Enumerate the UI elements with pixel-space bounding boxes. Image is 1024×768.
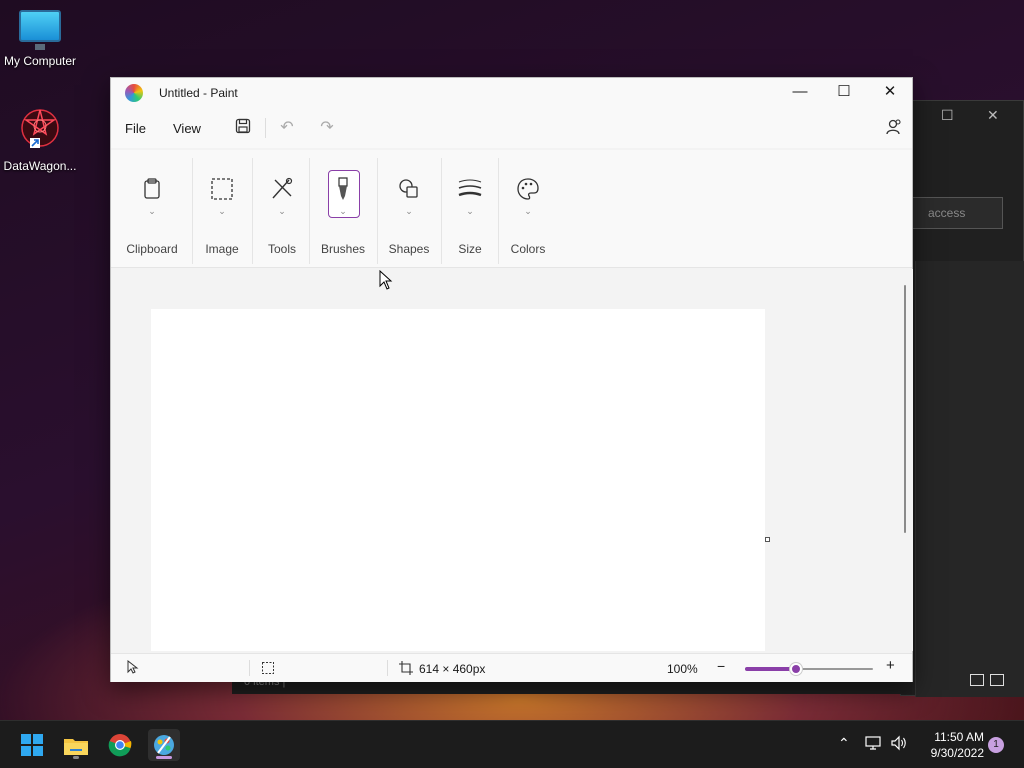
vertical-scrollbar[interactable] <box>899 269 913 651</box>
palette-icon <box>517 178 539 200</box>
maximize-icon[interactable]: ☐ <box>941 107 954 124</box>
redo-icon[interactable]: ↷ <box>317 118 337 138</box>
status-divider <box>387 660 388 676</box>
desktop-icon-label: My Computer <box>3 54 77 68</box>
clock-time: 11:50 AM <box>934 730 984 744</box>
desktop-icon-datawagon[interactable]: DataWagon... <box>0 104 80 173</box>
mouse-cursor-icon <box>379 270 393 290</box>
save-icon[interactable] <box>233 118 253 138</box>
maximize-button[interactable]: ☐ <box>829 82 859 104</box>
brush-icon <box>338 177 348 200</box>
monitor-icon <box>19 10 61 50</box>
paint-status-bar: 614 × 460px 100% − + <box>111 653 912 682</box>
chevron-down-icon: ⌄ <box>218 206 226 216</box>
zoom-slider-fill <box>745 667 797 671</box>
ribbon-group-shapes[interactable]: ⌄ Shapes <box>381 150 437 268</box>
window-title: Untitled - Paint <box>159 86 238 100</box>
ribbon-group-brushes[interactable]: ⌄ Brushes <box>313 150 373 268</box>
tools-icon <box>272 177 293 199</box>
scrollbar-thumb[interactable] <box>904 285 906 533</box>
drawing-canvas[interactable] <box>151 309 765 651</box>
taskbar-paint[interactable] <box>148 729 180 761</box>
ribbon-divider <box>441 158 442 264</box>
ribbon-group-tools[interactable]: ⌄ Tools <box>255 150 309 268</box>
canvas-size-text: 614 × 460px <box>419 662 486 676</box>
start-button[interactable] <box>16 729 48 761</box>
notification-badge[interactable]: 1 <box>988 737 1004 753</box>
canvas-area[interactable] <box>111 269 899 651</box>
desktop-icon-label: DataWagon... <box>3 159 77 173</box>
status-divider <box>249 660 250 676</box>
ribbon-divider <box>192 158 193 264</box>
chevron-down-icon: ⌄ <box>405 206 413 216</box>
desktop-icon-my-computer[interactable]: My Computer <box>0 10 80 68</box>
taskbar-file-explorer[interactable] <box>60 729 92 761</box>
zoom-out-button[interactable]: − <box>717 658 725 674</box>
toolbar-divider <box>265 118 266 138</box>
ribbon-divider <box>377 158 378 264</box>
undo-icon[interactable]: ↶ <box>277 118 297 138</box>
chevron-down-icon: ⌄ <box>278 206 286 216</box>
menu-file[interactable]: File <box>125 121 146 136</box>
ribbon-group-image[interactable]: ⌄ Image <box>195 150 249 268</box>
zoom-in-button[interactable]: + <box>886 657 895 674</box>
title-bar[interactable]: Untitled - Paint — ☐ ✕ <box>111 78 912 108</box>
taskbar: ⌃ 11:50 AM 9/30/2022 <box>0 720 1024 768</box>
account-icon[interactable] <box>883 118 903 138</box>
ribbon-divider <box>498 158 499 264</box>
selection-icon <box>211 178 233 200</box>
datawagon-logo-icon <box>21 109 59 148</box>
chevron-down-icon: ⌄ <box>339 206 347 216</box>
shapes-icon <box>399 179 418 198</box>
details-view-icon[interactable] <box>970 674 984 686</box>
clock-date: 9/30/2022 <box>930 746 984 760</box>
minimize-button[interactable]: — <box>785 82 815 104</box>
chevron-down-icon: ⌄ <box>466 206 474 216</box>
ribbon-group-colors[interactable]: ⌄ Colors <box>501 150 555 268</box>
menu-bar: File View ↶ ↷ <box>111 108 912 148</box>
selection-size-icon <box>261 661 275 678</box>
ribbon-divider <box>252 158 253 264</box>
chrome-icon <box>108 734 132 757</box>
menu-view[interactable]: View <box>173 121 201 136</box>
search-input[interactable]: access <box>911 197 1003 229</box>
paint-app-icon <box>125 84 143 102</box>
background-window[interactable]: ☐ ✕ access <box>900 100 1024 697</box>
ribbon-divider <box>309 158 310 264</box>
tiles-view-icon[interactable] <box>990 674 1004 686</box>
system-clock[interactable]: 11:50 AM 9/30/2022 <box>916 729 984 761</box>
paint-window[interactable]: Untitled - Paint — ☐ ✕ File View ↶ ↷ ⌄ C… <box>110 77 913 682</box>
volume-icon[interactable] <box>890 735 908 754</box>
zoom-slider-thumb[interactable] <box>790 663 803 675</box>
close-button[interactable]: ✕ <box>875 82 905 104</box>
canvas-size-icon <box>399 661 413 678</box>
ribbon-group-size[interactable]: ⌄ Size <box>443 150 497 268</box>
running-indicator <box>73 756 79 759</box>
cursor-position-icon <box>127 659 139 677</box>
close-icon[interactable]: ✕ <box>987 107 999 124</box>
windows-logo-icon <box>21 734 43 756</box>
view-toggle[interactable] <box>970 674 1004 686</box>
clipboard-icon <box>144 178 160 199</box>
chevron-down-icon: ⌄ <box>524 206 532 216</box>
canvas-resize-handle[interactable] <box>765 537 770 542</box>
zoom-slider[interactable] <box>745 663 873 675</box>
taskbar-chrome[interactable] <box>104 729 136 761</box>
ribbon-group-clipboard[interactable]: ⌄ Clipboard <box>121 150 183 268</box>
network-icon[interactable] <box>864 735 882 754</box>
show-hidden-icons-chevron-icon[interactable]: ⌃ <box>838 735 850 752</box>
running-indicator <box>156 756 172 759</box>
size-icon <box>458 179 482 197</box>
zoom-level-text: 100% <box>667 662 698 676</box>
chevron-down-icon: ⌄ <box>148 206 156 216</box>
content-pane <box>915 261 1024 697</box>
ribbon: ⌄ Clipboard ⌄ Image ⌄ Tools ⌄ Brushes ⌄ … <box>111 150 912 268</box>
